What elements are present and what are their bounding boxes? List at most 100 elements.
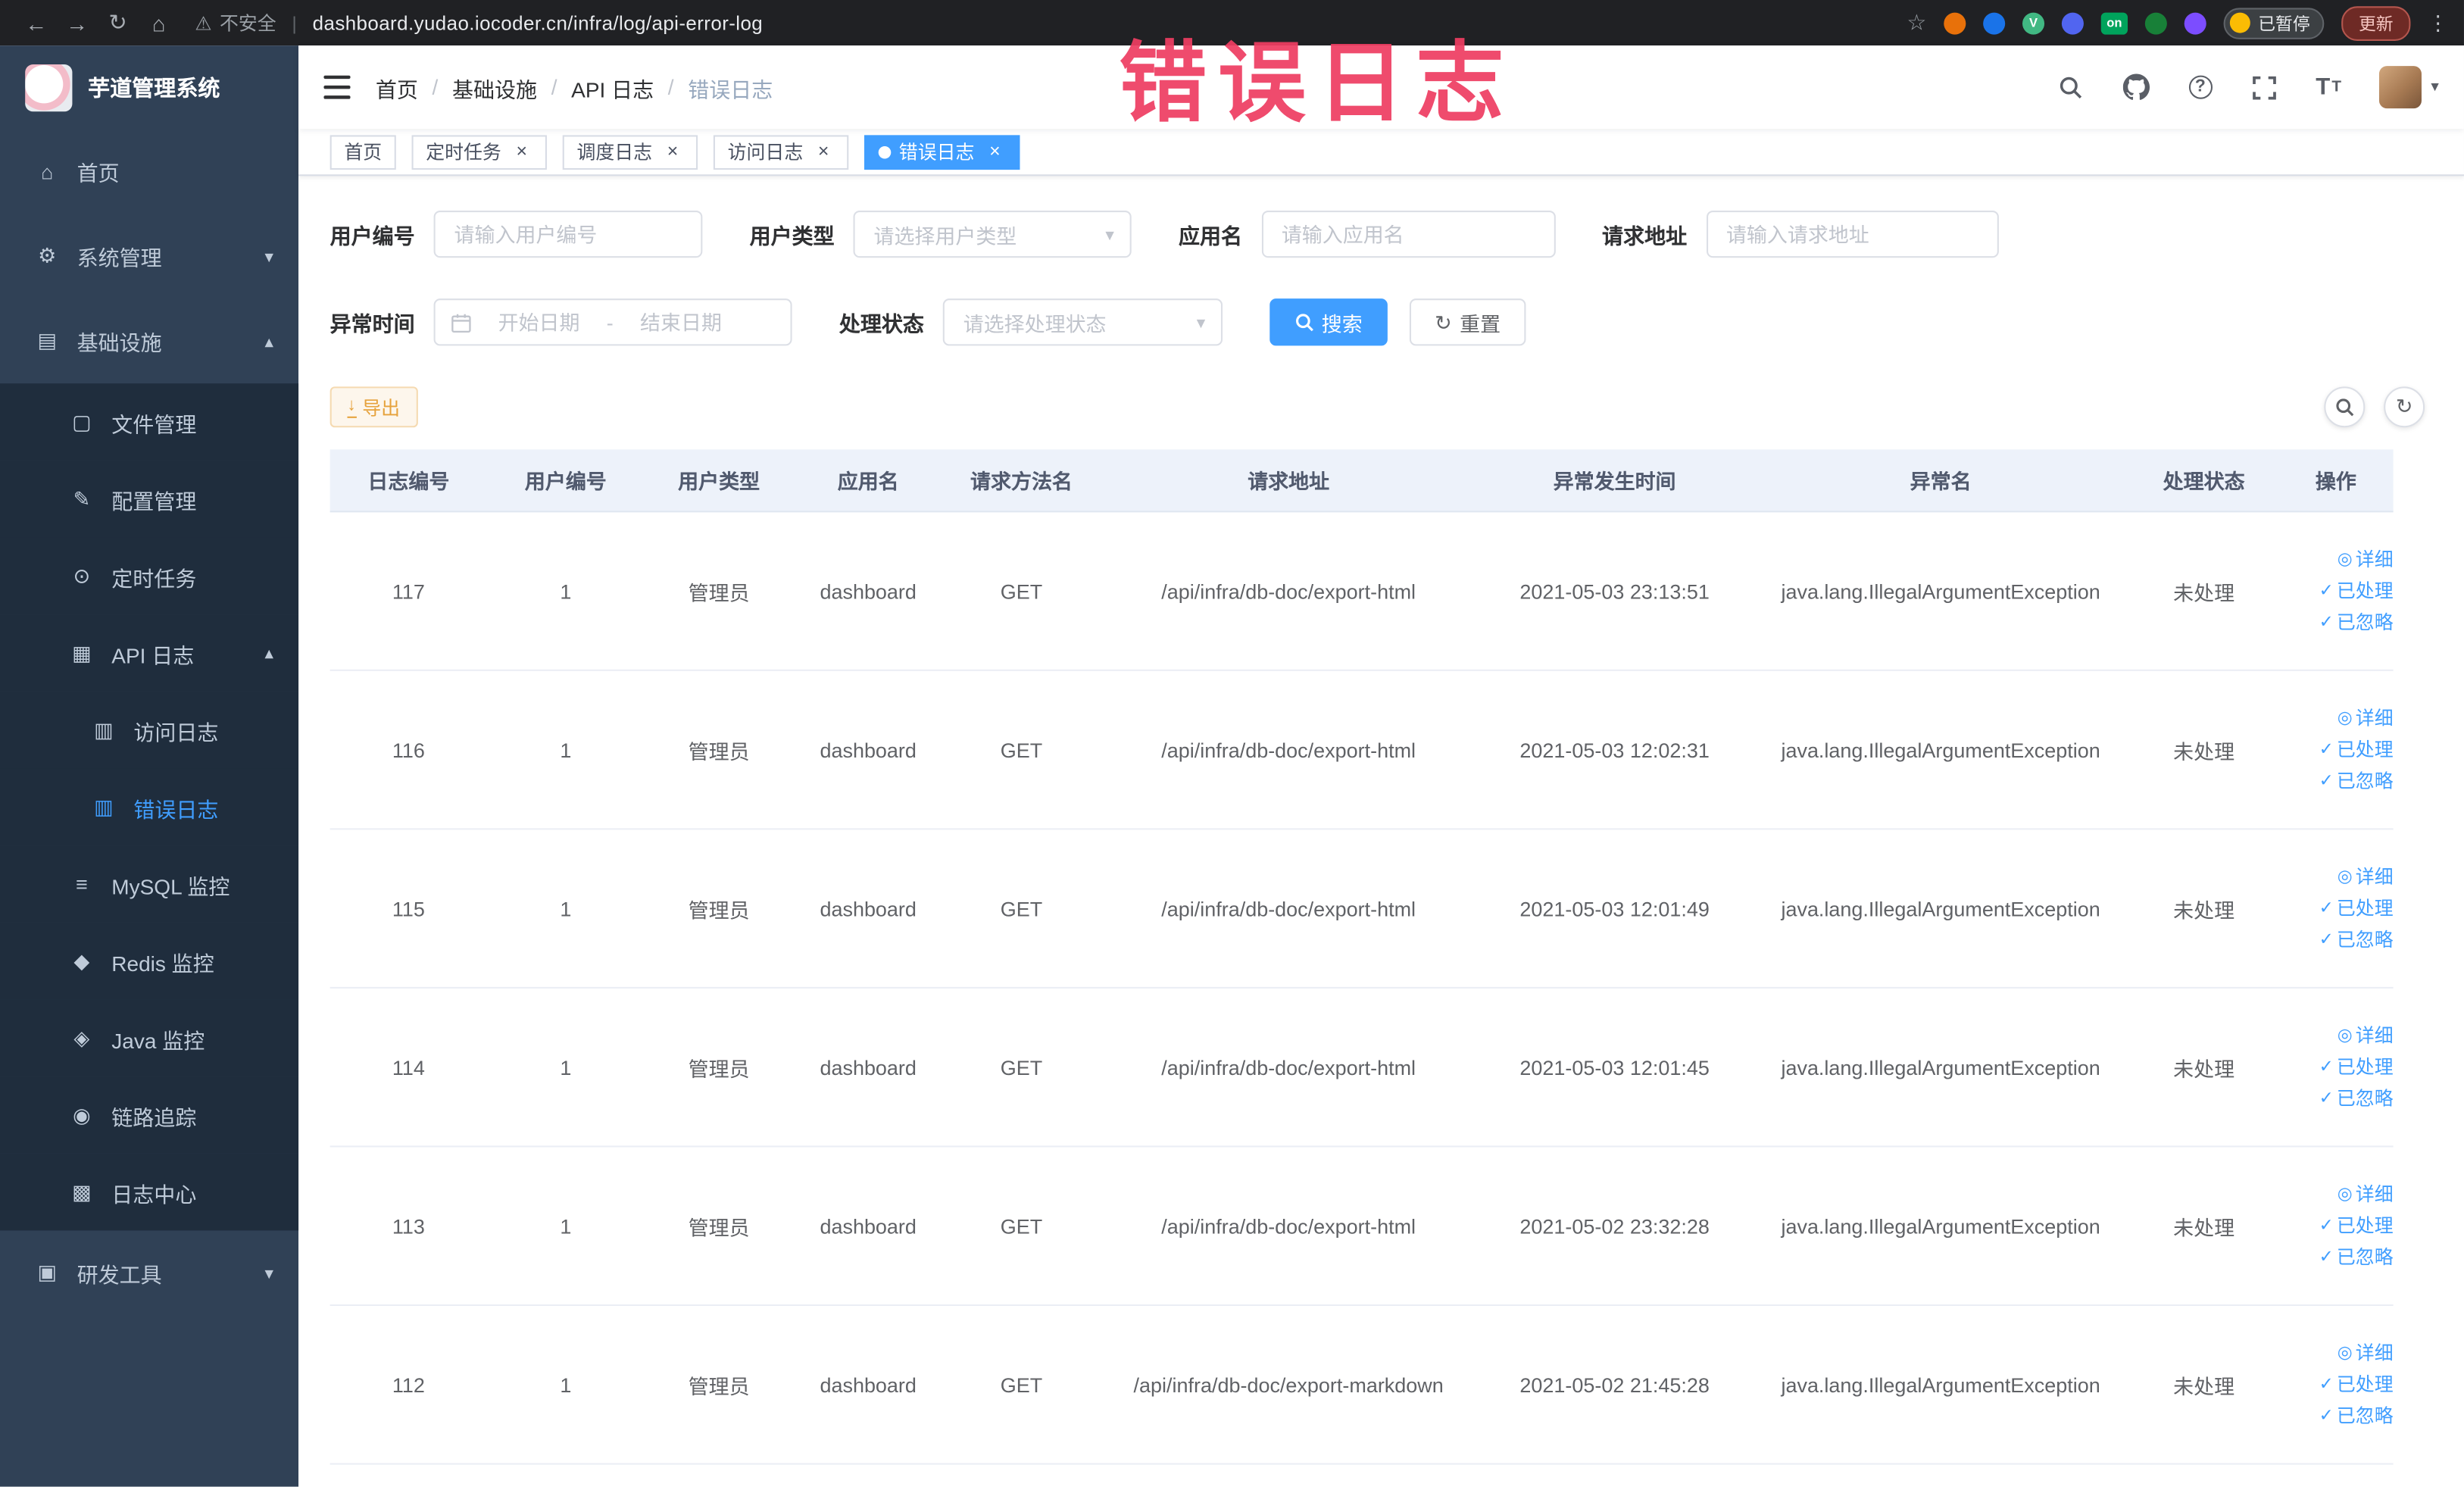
cell-exception-time: 2021-05-03 12:02:31	[1519, 738, 1710, 762]
browser-menu-icon[interactable]: ⋮	[2428, 10, 2448, 35]
paused-badge[interactable]: 已暂停	[2223, 7, 2325, 39]
mark-ignored-button[interactable]: ✓ 已忽略	[2319, 1086, 2394, 1112]
help-icon[interactable]: ?	[2188, 75, 2213, 99]
refresh-table-button[interactable]: ↻	[2384, 386, 2425, 428]
request-url-input[interactable]	[1705, 210, 1998, 258]
security-chip[interactable]: ⚠ 不安全	[195, 9, 276, 36]
file-icon: ▢	[72, 409, 92, 433]
detail-button[interactable]: ◎ 详细	[2338, 1023, 2394, 1049]
toggle-search-button[interactable]	[2324, 386, 2366, 428]
mark-processed-button[interactable]: ✓ 已处理	[2319, 1054, 2394, 1080]
mark-processed-button[interactable]: ✓ 已处理	[2319, 1213, 2394, 1239]
extension-icon-vue[interactable]: V	[2022, 11, 2045, 34]
close-tab-icon[interactable]: ×	[984, 140, 1006, 163]
mark-processed-button[interactable]: ✓ 已处理	[2319, 736, 2394, 763]
breadcrumb-item[interactable]: 错误日志	[688, 71, 773, 102]
sidebar-toggle-icon[interactable]	[323, 75, 351, 99]
cell-exception-time: 2021-05-03 23:13:51	[1519, 579, 1710, 603]
process-status-select[interactable]: 请选择处理状态 ▾	[942, 298, 1223, 346]
detail-button[interactable]: ◎ 详细	[2338, 1181, 2394, 1207]
url-divider: |	[292, 11, 297, 34]
cell-exception-time: 2021-05-03 12:01:49	[1519, 896, 1710, 920]
view-icon: ◎	[2337, 708, 2353, 727]
tab-job-log[interactable]: 调度日志 ×	[562, 134, 698, 170]
forward-icon[interactable]: →	[57, 10, 98, 35]
sidebar-item-home[interactable]: ⌂ 首页	[0, 129, 298, 214]
detail-button[interactable]: ◎ 详细	[2338, 546, 2394, 573]
user-id-input[interactable]	[433, 210, 703, 258]
address-bar[interactable]: dashboard.yudao.iocoder.cn/infra/log/api…	[313, 12, 764, 34]
detail-button[interactable]: ◎ 详细	[2338, 1340, 2394, 1367]
home-icon[interactable]: ⌂	[139, 10, 180, 35]
start-date-input[interactable]	[477, 308, 601, 336]
sidebar-item-cron[interactable]: ⊙ 定时任务	[0, 537, 299, 615]
sidebar-item-config[interactable]: ✎ 配置管理	[0, 460, 299, 538]
extension-icon-purple[interactable]	[2184, 11, 2206, 34]
extension-icon-green[interactable]	[2144, 11, 2167, 34]
reset-button[interactable]: ↻ 重置	[1409, 298, 1526, 346]
user-menu[interactable]: ▾	[2378, 66, 2439, 109]
mark-processed-button[interactable]: ✓ 已处理	[2319, 895, 2394, 921]
app-title: 芋道管理系统	[88, 74, 220, 100]
cell-status: 未处理	[2173, 1215, 2235, 1239]
mark-ignored-button[interactable]: ✓ 已忽略	[2319, 767, 2394, 794]
extension-icon-orange[interactable]	[1944, 11, 1966, 34]
exception-time-range-picker[interactable]: -	[433, 298, 792, 346]
back-icon[interactable]: ←	[16, 10, 57, 35]
sidebar-item-api-log[interactable]: ▦ API 日志 ▴	[0, 614, 299, 692]
mark-ignored-button[interactable]: ✓ 已忽略	[2319, 609, 2394, 636]
mark-ignored-button[interactable]: ✓ 已忽略	[2319, 926, 2394, 953]
bookmark-star-icon[interactable]: ☆	[1907, 9, 1926, 36]
detail-button[interactable]: ◎ 详细	[2338, 704, 2394, 731]
github-icon[interactable]	[2122, 73, 2150, 101]
sidebar-item-mysql[interactable]: ≡ MySQL 监控	[0, 845, 299, 923]
close-tab-icon[interactable]: ×	[662, 140, 684, 163]
tab-home[interactable]: 首页 ×	[329, 134, 396, 170]
mark-processed-button[interactable]: ✓ 已处理	[2319, 577, 2394, 604]
mark-processed-button[interactable]: ✓ 已处理	[2319, 1371, 2394, 1398]
reload-icon[interactable]: ↻	[98, 9, 139, 36]
export-button[interactable]: ↓ 导出	[329, 386, 417, 428]
font-size-icon[interactable]: TT	[2316, 73, 2341, 101]
update-button[interactable]: 更新	[2341, 5, 2411, 40]
end-date-input[interactable]	[620, 308, 742, 336]
cell-user-id: 1	[560, 1055, 572, 1079]
sidebar-item-dev-tools[interactable]: ▣ 研发工具 ▾	[0, 1230, 298, 1315]
tab-error-log[interactable]: 错误日志 ×	[864, 134, 1020, 170]
app-logo-row[interactable]: 芋道管理系统	[0, 45, 298, 129]
tab-label: 定时任务	[426, 141, 501, 164]
close-tab-icon[interactable]: ×	[511, 140, 532, 163]
breadcrumb-item[interactable]: 首页	[376, 71, 418, 102]
extension-icon-on-badge[interactable]: on	[2100, 11, 2128, 34]
detail-button[interactable]: ◎ 详细	[2338, 864, 2394, 890]
user-type-select[interactable]: 请选择用户类型 ▾	[853, 210, 1132, 258]
sidebar-item-system[interactable]: ⚙ 系统管理 ▾	[0, 214, 298, 298]
app-name-input[interactable]	[1260, 210, 1555, 258]
extension-icon-indigo[interactable]	[2061, 11, 2084, 34]
sidebar-item-log-center[interactable]: ▩ 日志中心	[0, 1153, 299, 1231]
mark-ignored-button[interactable]: ✓ 已忽略	[2319, 1244, 2394, 1270]
fullscreen-icon[interactable]	[2250, 73, 2278, 101]
sidebar-item-redis[interactable]: ◆ Redis 监控	[0, 922, 299, 1000]
extension-icon-blue[interactable]	[1983, 11, 2006, 34]
cell-status: 未处理	[2173, 1374, 2235, 1398]
user-avatar[interactable]	[2378, 66, 2422, 109]
table-row: 114 1 管理员 dashboard GET /api/infra/db-do…	[329, 989, 2394, 1148]
sidebar-item-trace[interactable]: ◉ 链路追踪	[0, 1076, 299, 1154]
close-tab-icon[interactable]: ×	[813, 140, 835, 163]
search-icon[interactable]	[2056, 73, 2085, 101]
date-range-separator: -	[606, 310, 614, 334]
mark-ignored-button[interactable]: ✓ 已忽略	[2319, 1403, 2394, 1429]
breadcrumb-item[interactable]: 基础设施	[452, 71, 537, 102]
sidebar-item-infra[interactable]: ▤ 基础设施 ▴	[0, 298, 298, 383]
sidebar-item-error-log[interactable]: ▥ 错误日志	[0, 768, 299, 846]
sidebar-item-access-log[interactable]: ▥ 访问日志	[0, 691, 299, 769]
sidebar-item-java[interactable]: ◈ Java 监控	[0, 999, 299, 1077]
sidebar-item-label: 文件管理	[111, 412, 197, 436]
breadcrumb-item[interactable]: API 日志	[571, 71, 654, 102]
search-button[interactable]: 搜索	[1269, 298, 1388, 346]
sidebar-item-file[interactable]: ▢ 文件管理	[0, 383, 299, 461]
tab-cron[interactable]: 定时任务 ×	[411, 134, 548, 170]
sidebar-item-label: MySQL 监控	[111, 874, 230, 898]
tab-access-log[interactable]: 访问日志 ×	[713, 134, 849, 170]
